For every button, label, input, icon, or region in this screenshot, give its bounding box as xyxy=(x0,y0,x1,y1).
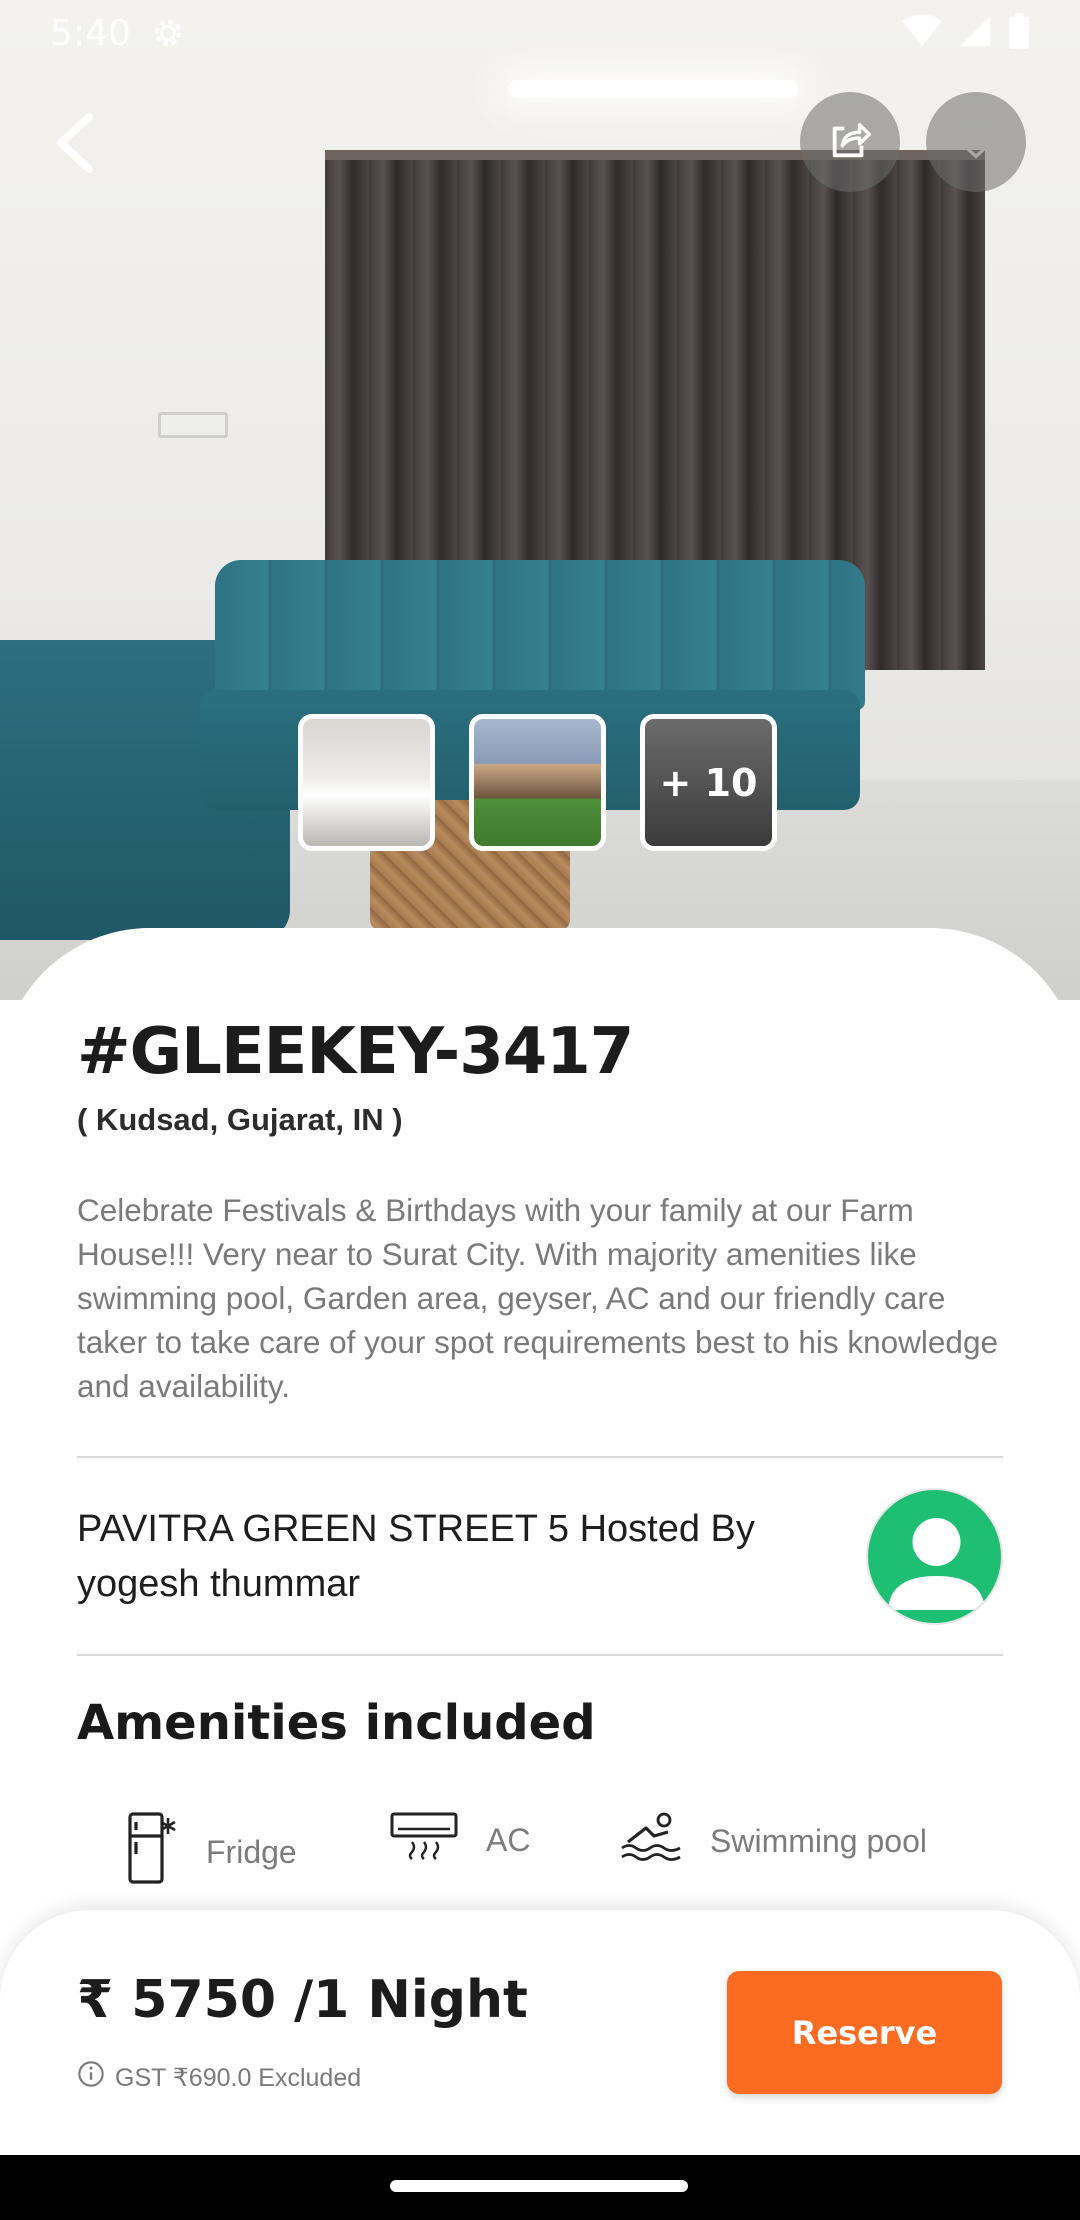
amenity-swimming-pool: Swimming pool xyxy=(620,1812,927,1870)
host-info: PAVITRA GREEN STREET 5 Hosted By yogesh … xyxy=(77,1508,755,1605)
listing-detail-screen: 5:40 + 10 #GLEEKEY-3417 (Kudsad, Gujara… xyxy=(0,0,1080,2220)
listing-description: Celebrate Festivals & Birthdays with you… xyxy=(77,1192,998,1404)
divider xyxy=(77,1654,1003,1656)
settings-gear-icon xyxy=(149,14,187,52)
share-icon xyxy=(827,117,873,168)
amenity-ac: AC xyxy=(390,1812,530,1868)
thumbnail-bedroom[interactable] xyxy=(298,714,435,851)
amenity-label: Swimming pool xyxy=(710,1822,927,1859)
gst-note: GST ₹690.0 Excluded xyxy=(77,2060,361,2095)
home-indicator[interactable] xyxy=(390,2180,688,2192)
back-button[interactable] xyxy=(40,100,110,190)
fridge-icon xyxy=(122,1812,178,1892)
chevron-left-icon xyxy=(53,112,97,178)
divider xyxy=(77,1456,1003,1458)
listing-title: #GLEEKEY-3417 xyxy=(77,1015,634,1089)
ac-icon xyxy=(390,1812,458,1868)
swimming-pool-icon xyxy=(620,1812,682,1870)
gst-text: GST ₹690.0 Excluded xyxy=(115,2063,362,2092)
thumbnail-more-photos[interactable]: + 10 xyxy=(640,714,777,851)
thumbnail-house[interactable] xyxy=(469,714,606,851)
reserve-button[interactable]: Reserve xyxy=(727,1971,1002,2094)
amenities-heading: Amenities included xyxy=(77,1695,596,1751)
host-avatar[interactable] xyxy=(866,1488,1003,1625)
heart-icon xyxy=(954,119,998,165)
photo-thumbnails: + 10 xyxy=(298,714,777,851)
price-per-night: ₹ 5750 /1 Night xyxy=(77,1970,528,2030)
share-button[interactable] xyxy=(800,92,900,192)
favorite-button[interactable] xyxy=(926,92,1026,192)
status-time: 5:40 xyxy=(50,12,131,54)
user-icon xyxy=(888,1518,985,1610)
amenity-label: AC xyxy=(486,1821,531,1858)
info-icon xyxy=(77,2060,105,2095)
amenity-label: Fridge xyxy=(206,1833,297,1870)
cellular-signal-icon xyxy=(958,14,992,53)
status-bar: 5:40 xyxy=(0,0,1080,66)
more-photos-count: + 10 xyxy=(659,760,758,805)
battery-icon xyxy=(1008,12,1030,54)
amenity-fridge: Fridge xyxy=(122,1812,297,1892)
listing-location: ( Kudsad, Gujarat, IN ) xyxy=(77,1102,403,1137)
wifi-icon xyxy=(902,13,942,53)
